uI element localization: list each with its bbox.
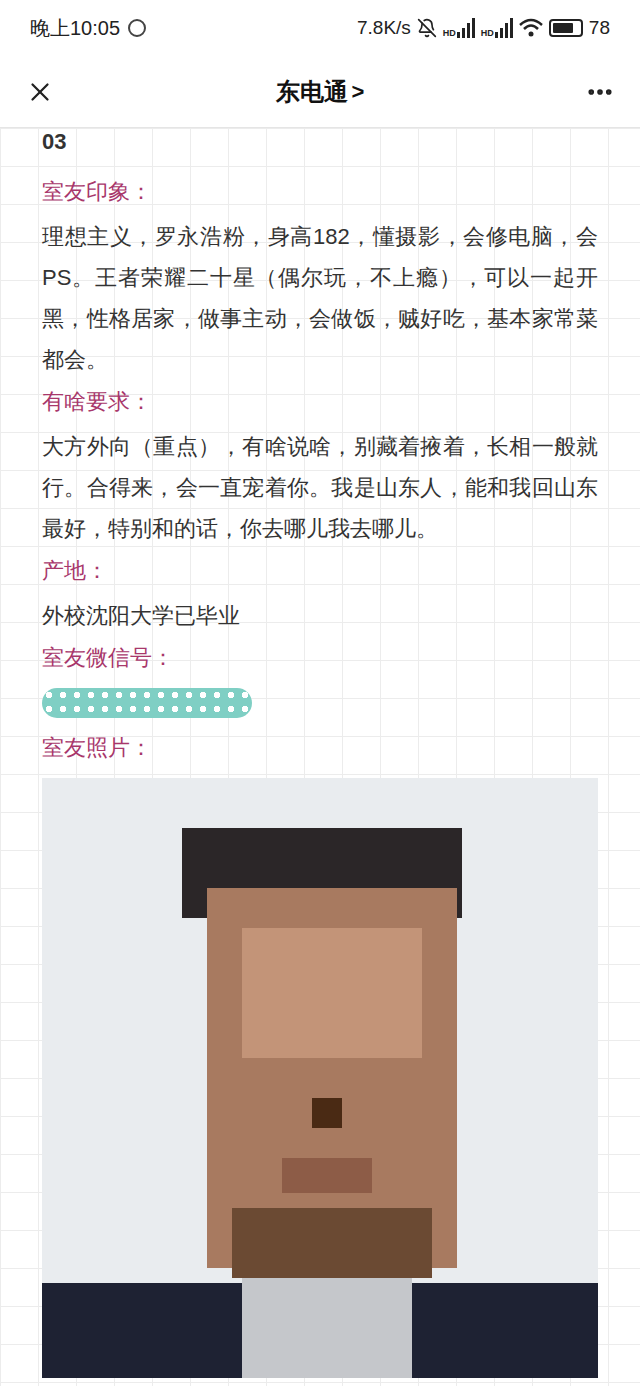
nav-header: 东电通> xyxy=(0,56,640,128)
section-label: 室友照片： xyxy=(42,728,598,768)
section-body: 理想主义，罗永浩粉，身高182，懂摄影，会修电脑，会PS。王者荣耀二十星（偶尔玩… xyxy=(42,216,598,380)
profile-section: 室友照片： xyxy=(42,728,598,1378)
section-number: 03 xyxy=(42,130,598,154)
battery-percent: 78 xyxy=(589,14,610,43)
profile-section: 有啥要求：大方外向（重点），有啥说啥，别藏着掖着，长相一般就行。合得来，会一直宠… xyxy=(42,382,598,551)
section-body: 外校沈阳大学已毕业 xyxy=(42,595,598,636)
profile-section: 室友印象：理想主义，罗永浩粉，身高182，懂摄影，会修电脑，会PS。王者荣耀二十… xyxy=(42,172,598,382)
roommate-photo xyxy=(42,778,598,1378)
wifi-icon xyxy=(519,18,543,38)
signal-icon xyxy=(495,18,513,38)
profile-section: 产地：外校沈阳大学已毕业 xyxy=(42,551,598,638)
mute-icon xyxy=(417,18,437,38)
more-icon xyxy=(585,77,615,107)
signal-icon xyxy=(457,18,475,38)
close-button[interactable] xyxy=(20,72,60,112)
sync-icon xyxy=(128,19,146,37)
status-time: 晚上10:05 xyxy=(30,13,120,43)
section-label: 室友微信号： xyxy=(42,638,598,678)
more-button[interactable] xyxy=(580,72,620,112)
section-body: 大方外向（重点），有啥说啥，别藏着掖着，长相一般就行。合得来，会一直宠着你。我是… xyxy=(42,426,598,549)
section-label: 产地： xyxy=(42,551,598,591)
status-bar: 晚上10:05 7.8K/s HD HD 78 xyxy=(0,0,640,56)
section-label: 有啥要求： xyxy=(42,382,598,422)
hd-label: HD xyxy=(481,29,494,38)
redacted-wechat-id xyxy=(42,688,252,718)
close-icon xyxy=(25,77,55,107)
article: 03 室友印象：理想主义，罗永浩粉，身高182，懂摄影，会修电脑，会PS。王者荣耀… xyxy=(0,128,640,1386)
app: 晚上10:05 7.8K/s HD HD 78 东电通> 03 室友印象：理想主义，罗永浩粉，… xyxy=(0,0,640,1386)
chevron-icon: > xyxy=(352,75,365,108)
battery-icon xyxy=(549,19,583,37)
section-label: 室友印象： xyxy=(42,172,598,212)
page-title[interactable]: 东电通> xyxy=(276,74,365,110)
profile-section: 室友微信号： xyxy=(42,638,598,728)
network-speed: 7.8K/s xyxy=(357,14,411,43)
hd-label: HD xyxy=(443,29,456,38)
